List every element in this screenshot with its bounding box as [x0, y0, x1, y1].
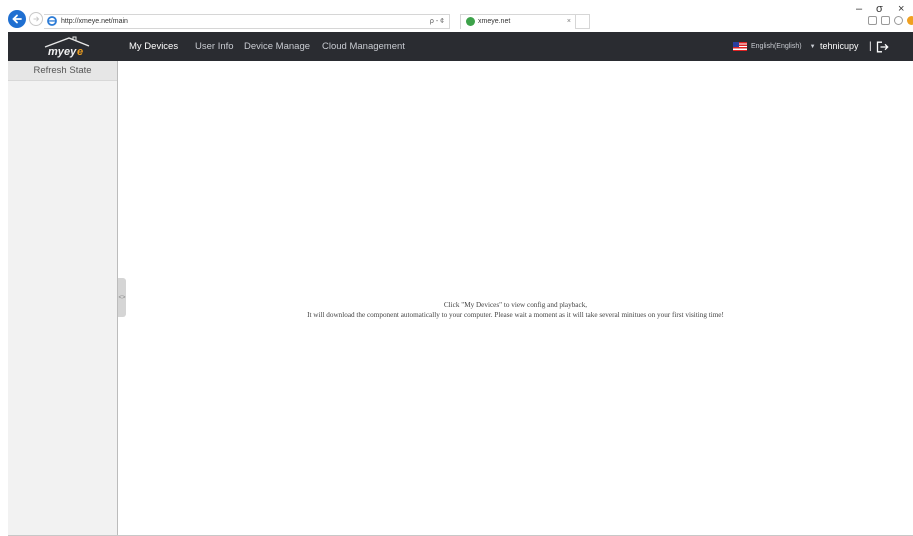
- close-window-button[interactable]: ×: [898, 3, 904, 15]
- address-bar[interactable]: http://xmeye.net/main ρ - ¢: [44, 14, 450, 29]
- language-selector[interactable]: English(English) ▼: [733, 40, 816, 53]
- minimize-button[interactable]: –: [856, 3, 862, 15]
- maximize-button[interactable]: σ: [876, 3, 883, 15]
- forward-button[interactable]: [29, 12, 43, 26]
- arrow-left-icon: [12, 14, 22, 24]
- myeye-logo: my ey e: [44, 36, 90, 58]
- svg-text:my: my: [48, 46, 65, 58]
- refresh-state-button[interactable]: Refresh State: [8, 61, 117, 81]
- tab-title: xmeye.net: [478, 18, 511, 25]
- home-icon[interactable]: [868, 16, 877, 25]
- logout-icon[interactable]: [876, 41, 889, 53]
- back-button[interactable]: [8, 10, 26, 28]
- url-text: http://xmeye.net/main: [61, 18, 128, 25]
- tab-close-icon[interactable]: ×: [567, 16, 571, 27]
- us-flag-icon: [733, 42, 747, 51]
- nav-device-manage[interactable]: Device Manage: [244, 32, 310, 61]
- sidebar: Refresh State: [8, 61, 118, 536]
- main-content: Click "My Devices" to view config and pl…: [118, 61, 913, 536]
- chevron-down-icon: ▼: [809, 43, 816, 50]
- arrow-right-icon: [33, 16, 40, 22]
- svg-text:e: e: [77, 46, 83, 58]
- favorites-star-icon[interactable]: [881, 16, 890, 25]
- smiley-feedback-icon[interactable]: [907, 16, 913, 25]
- info-message-line2: It will download the component automatic…: [307, 311, 724, 319]
- favicon-icon: [466, 17, 475, 26]
- info-message-line1: Click "My Devices" to view config and pl…: [443, 301, 588, 309]
- top-navbar: my ey e My Devices User Info Device Mana…: [8, 32, 913, 61]
- user-separator: |: [869, 41, 872, 52]
- nav-cloud-management[interactable]: Cloud Management: [322, 32, 405, 61]
- ie-logo-icon: [47, 16, 57, 26]
- browser-tab[interactable]: xmeye.net ×: [460, 14, 576, 29]
- language-label: English(English): [751, 43, 802, 50]
- search-refresh-icon[interactable]: ρ - ¢: [430, 16, 444, 27]
- browser-chrome: http://xmeye.net/main ρ - ¢ xmeye.net × …: [0, 0, 913, 31]
- svg-text:ey: ey: [64, 46, 77, 58]
- browser-tools: [868, 16, 913, 25]
- username[interactable]: tehnicupy: [820, 32, 859, 61]
- nav-my-devices[interactable]: My Devices: [129, 32, 178, 61]
- settings-gear-icon[interactable]: [894, 16, 903, 25]
- nav-user-info[interactable]: User Info: [195, 32, 234, 61]
- new-tab-button[interactable]: [576, 14, 590, 29]
- info-message: Click "My Devices" to view config and pl…: [118, 300, 913, 320]
